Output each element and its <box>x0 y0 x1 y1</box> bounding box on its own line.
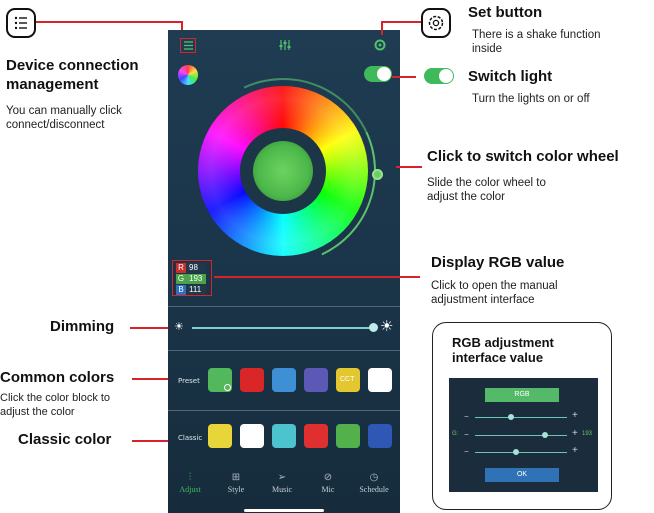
color-mode-icon[interactable] <box>178 65 198 85</box>
common-colors-title: Common colors <box>0 369 115 386</box>
connector-line <box>132 378 168 380</box>
classic-swatch-3[interactable] <box>272 424 296 448</box>
cct-label: CCT <box>340 376 355 383</box>
b-slider-thumb[interactable] <box>513 449 519 455</box>
preset-swatch-2[interactable] <box>240 368 264 392</box>
sliders-icon: ⫶ <box>188 472 192 483</box>
connector-line <box>392 76 416 78</box>
divider <box>168 350 400 351</box>
mic-icon: ⊘ <box>323 472 333 483</box>
connector-line <box>396 166 422 168</box>
classic-label: Classic <box>178 434 203 442</box>
connector-line <box>130 327 168 329</box>
g-slider[interactable] <box>475 435 567 436</box>
b-minus-icon[interactable]: − <box>464 447 469 456</box>
color-wheel-desc: Slide the color wheel to adjust the colo… <box>427 177 546 203</box>
switch-light-desc: Turn the lights on or off <box>472 93 590 105</box>
nav-tab-style[interactable]: ⊞ Style <box>216 472 256 496</box>
brightness-low-icon: ☀ <box>174 321 184 333</box>
g-slider-thumb[interactable] <box>542 432 548 438</box>
rgb-value-title: Display RGB value <box>431 254 565 271</box>
preset-label: Preset <box>178 377 200 385</box>
classic-swatch-6[interactable] <box>368 424 392 448</box>
r-plus-icon[interactable]: + <box>572 410 578 421</box>
dimming-slider-thumb[interactable] <box>369 323 378 332</box>
selected-indicator-icon <box>224 384 231 391</box>
device-menu-icon[interactable] <box>180 38 196 53</box>
home-indicator <box>244 509 324 512</box>
ok-button[interactable]: OK <box>485 468 559 482</box>
grid-icon: ⊞ <box>231 472 241 483</box>
rgb-adjustment-preview: RGB − + G: − + 193 − + OK <box>449 378 598 492</box>
connector-line <box>381 21 383 35</box>
light-switch-toggle[interactable] <box>364 66 392 82</box>
g-label: G: <box>452 431 459 437</box>
connector-line <box>36 21 182 23</box>
nav-label: Music <box>272 485 292 494</box>
dimming-slider-track[interactable] <box>192 327 374 329</box>
switch-light-icon <box>424 68 454 84</box>
connector-line <box>381 21 421 23</box>
rgb-header-button[interactable]: RGB <box>485 388 559 402</box>
g-value: 193 <box>582 431 593 437</box>
color-wheel[interactable] <box>198 86 368 256</box>
classic-swatch-1[interactable] <box>208 424 232 448</box>
nav-tab-adjust[interactable]: ⫶ Adjust <box>170 472 210 496</box>
nav-label: Schedule <box>359 485 389 494</box>
nav-label: Adjust <box>179 485 201 494</box>
rgb-value-desc: Click to open the manual adjustment inte… <box>431 280 558 306</box>
settings-icon-large <box>421 8 451 38</box>
preset-swatch-6[interactable] <box>368 368 392 392</box>
classic-color-title: Classic color <box>18 431 112 448</box>
preset-swatch-4[interactable] <box>304 368 328 392</box>
dimming-label: Dimming <box>50 318 115 335</box>
b-slider[interactable] <box>475 452 567 453</box>
nav-tab-schedule[interactable]: ◷ Schedule <box>354 472 394 496</box>
rgb-r-row: R 98 <box>176 263 206 273</box>
common-colors-desc: Click the color block to adjust the colo… <box>0 392 111 418</box>
device-connection-desc: You can manually click connect/disconnec… <box>6 105 122 131</box>
settings-icon[interactable] <box>373 38 387 52</box>
g-plus-icon[interactable]: + <box>572 428 578 439</box>
r-minus-icon[interactable]: − <box>464 412 469 421</box>
divider <box>168 410 400 411</box>
current-color-preview <box>253 141 313 201</box>
nav-label: Mic <box>321 485 335 494</box>
set-button-title: Set button <box>468 4 543 21</box>
rgb-adjustment-title: RGB adjustment interface value <box>452 335 554 365</box>
brightness-high-icon: ☀ <box>380 318 394 335</box>
rgb-g-row: G 193 <box>176 274 206 284</box>
divider <box>168 306 400 307</box>
color-wheel-center-ring <box>240 128 326 214</box>
nav-tab-mic[interactable]: ⊘ Mic <box>308 472 348 496</box>
connector-line <box>132 440 168 442</box>
preset-swatch-3[interactable] <box>272 368 296 392</box>
nav-label: Style <box>227 485 245 494</box>
connector-line <box>214 276 420 278</box>
phone-screen: R 98 G 193 B 111 ☀ ☀ Preset CCT Classic … <box>168 30 400 513</box>
nav-tab-music[interactable]: ➢ Music <box>262 472 302 496</box>
menu-icon-large <box>6 8 36 38</box>
clock-icon: ◷ <box>369 472 379 483</box>
b-plus-icon[interactable]: + <box>572 445 578 456</box>
device-connection-title: Device connection management <box>6 57 139 93</box>
classic-swatch-4[interactable] <box>304 424 328 448</box>
set-button-desc: There is a shake function inside <box>472 29 601 55</box>
r-slider-thumb[interactable] <box>508 414 514 420</box>
wheel-knob[interactable] <box>372 169 383 180</box>
color-wheel-title: Click to switch color wheel <box>427 148 619 165</box>
classic-swatch-5[interactable] <box>336 424 360 448</box>
r-slider[interactable] <box>475 417 567 418</box>
classic-swatch-2[interactable] <box>240 424 264 448</box>
g-minus-icon[interactable]: − <box>464 430 469 439</box>
music-icon: ➢ <box>277 472 287 483</box>
equalizer-icon[interactable] <box>278 38 292 52</box>
switch-light-title: Switch light <box>468 68 553 85</box>
rgb-b-row: B 111 <box>176 285 206 295</box>
